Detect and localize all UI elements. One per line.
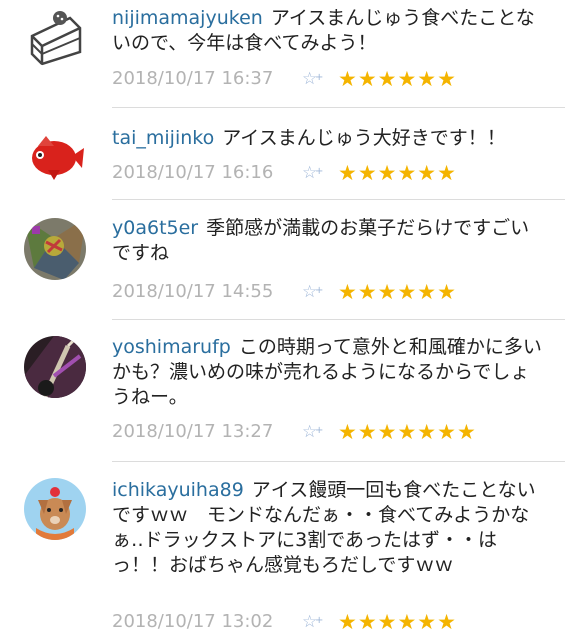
star-rating[interactable]: ★★★★★★ (338, 67, 457, 91)
abstract-photo-icon (24, 218, 86, 280)
avatar[interactable] (24, 126, 86, 188)
comment-body: nijimamajyuken アイスまんじゅう食べたことないので、今年は食べてみよ… (112, 6, 542, 56)
comment-meta: 2018/10/17 14:55 ☆ + ★★★★★★ (112, 280, 552, 304)
comment-timestamp[interactable]: 2018/10/17 16:16 (112, 161, 273, 185)
comment-timestamp[interactable]: 2018/10/17 14:55 (112, 280, 273, 304)
add-star-icon[interactable]: ☆ + (302, 280, 330, 304)
add-star-icon[interactable]: ☆ + (302, 67, 330, 91)
comment-item: nijimamajyuken アイスまんじゅう食べたことないので、今年は食べてみよ… (0, 0, 565, 108)
comment-body: yoshimarufp この時期って意外と和風確かに多いかも？濃いめの味が売れるよ… (112, 335, 542, 410)
avatar[interactable] (24, 478, 86, 540)
comment-username[interactable]: tai_mijinko (112, 127, 214, 149)
dog-character-icon (24, 478, 86, 540)
add-star-icon[interactable]: ☆ + (302, 161, 330, 185)
comment-username[interactable]: nijimamajyuken (112, 7, 263, 29)
comment-username[interactable]: ichikayuiha89 (112, 479, 244, 501)
comment-list: nijimamajyuken アイスまんじゅう食べたことないので、今年は食べてみよ… (0, 0, 565, 640)
avatar[interactable] (24, 6, 86, 68)
comment-item: yoshimarufp この時期って意外と和風確かに多いかも？濃いめの味が売れるよ… (0, 320, 565, 462)
star-rating[interactable]: ★★★★★★ (338, 280, 457, 304)
comment-item: tai_mijinko アイスまんじゅう大好きです！！ 2018/10/17 16… (0, 108, 565, 200)
star-rating[interactable]: ★★★★★★★ (338, 420, 477, 444)
comment-item: ichikayuiha89 アイス饅頭一回も食べたことないですｗｗ モンドなんだぁ… (0, 462, 565, 640)
cake-icon (24, 6, 86, 68)
comment-username[interactable]: y0a6t5er (112, 217, 198, 239)
avatar[interactable] (24, 336, 86, 398)
comment-meta: 2018/10/17 16:37 ☆ + ★★★★★★ (112, 67, 552, 91)
comment-body: y0a6t5er 季節感が満載のお菓子だらけですごいですね (112, 216, 542, 266)
comment-timestamp[interactable]: 2018/10/17 13:27 (112, 420, 273, 444)
guitar-photo-icon (24, 336, 86, 398)
comment-text: アイスまんじゅう大好きです！！ (222, 127, 506, 149)
red-fish-icon (24, 126, 86, 188)
star-rating[interactable]: ★★★★★★ (338, 610, 457, 634)
comment-body: ichikayuiha89 アイス饅頭一回も食べたことないですｗｗ モンドなんだぁ… (112, 478, 542, 578)
comment-timestamp[interactable]: 2018/10/17 13:02 (112, 610, 273, 634)
star-rating[interactable]: ★★★★★★ (338, 161, 457, 185)
comment-meta: 2018/10/17 13:02 ☆ + ★★★★★★ (112, 610, 552, 634)
avatar[interactable] (24, 218, 86, 280)
comment-body: tai_mijinko アイスまんじゅう大好きです！！ (112, 126, 542, 151)
add-star-icon[interactable]: ☆ + (302, 610, 330, 634)
comment-item: y0a6t5er 季節感が満載のお菓子だらけですごいですね 2018/10/17 … (0, 200, 565, 320)
comment-timestamp[interactable]: 2018/10/17 16:37 (112, 67, 273, 91)
comment-meta: 2018/10/17 16:16 ☆ + ★★★★★★ (112, 161, 552, 185)
add-star-icon[interactable]: ☆ + (302, 420, 330, 444)
comment-username[interactable]: yoshimarufp (112, 336, 231, 358)
comment-meta: 2018/10/17 13:27 ☆ + ★★★★★★★ (112, 420, 552, 444)
